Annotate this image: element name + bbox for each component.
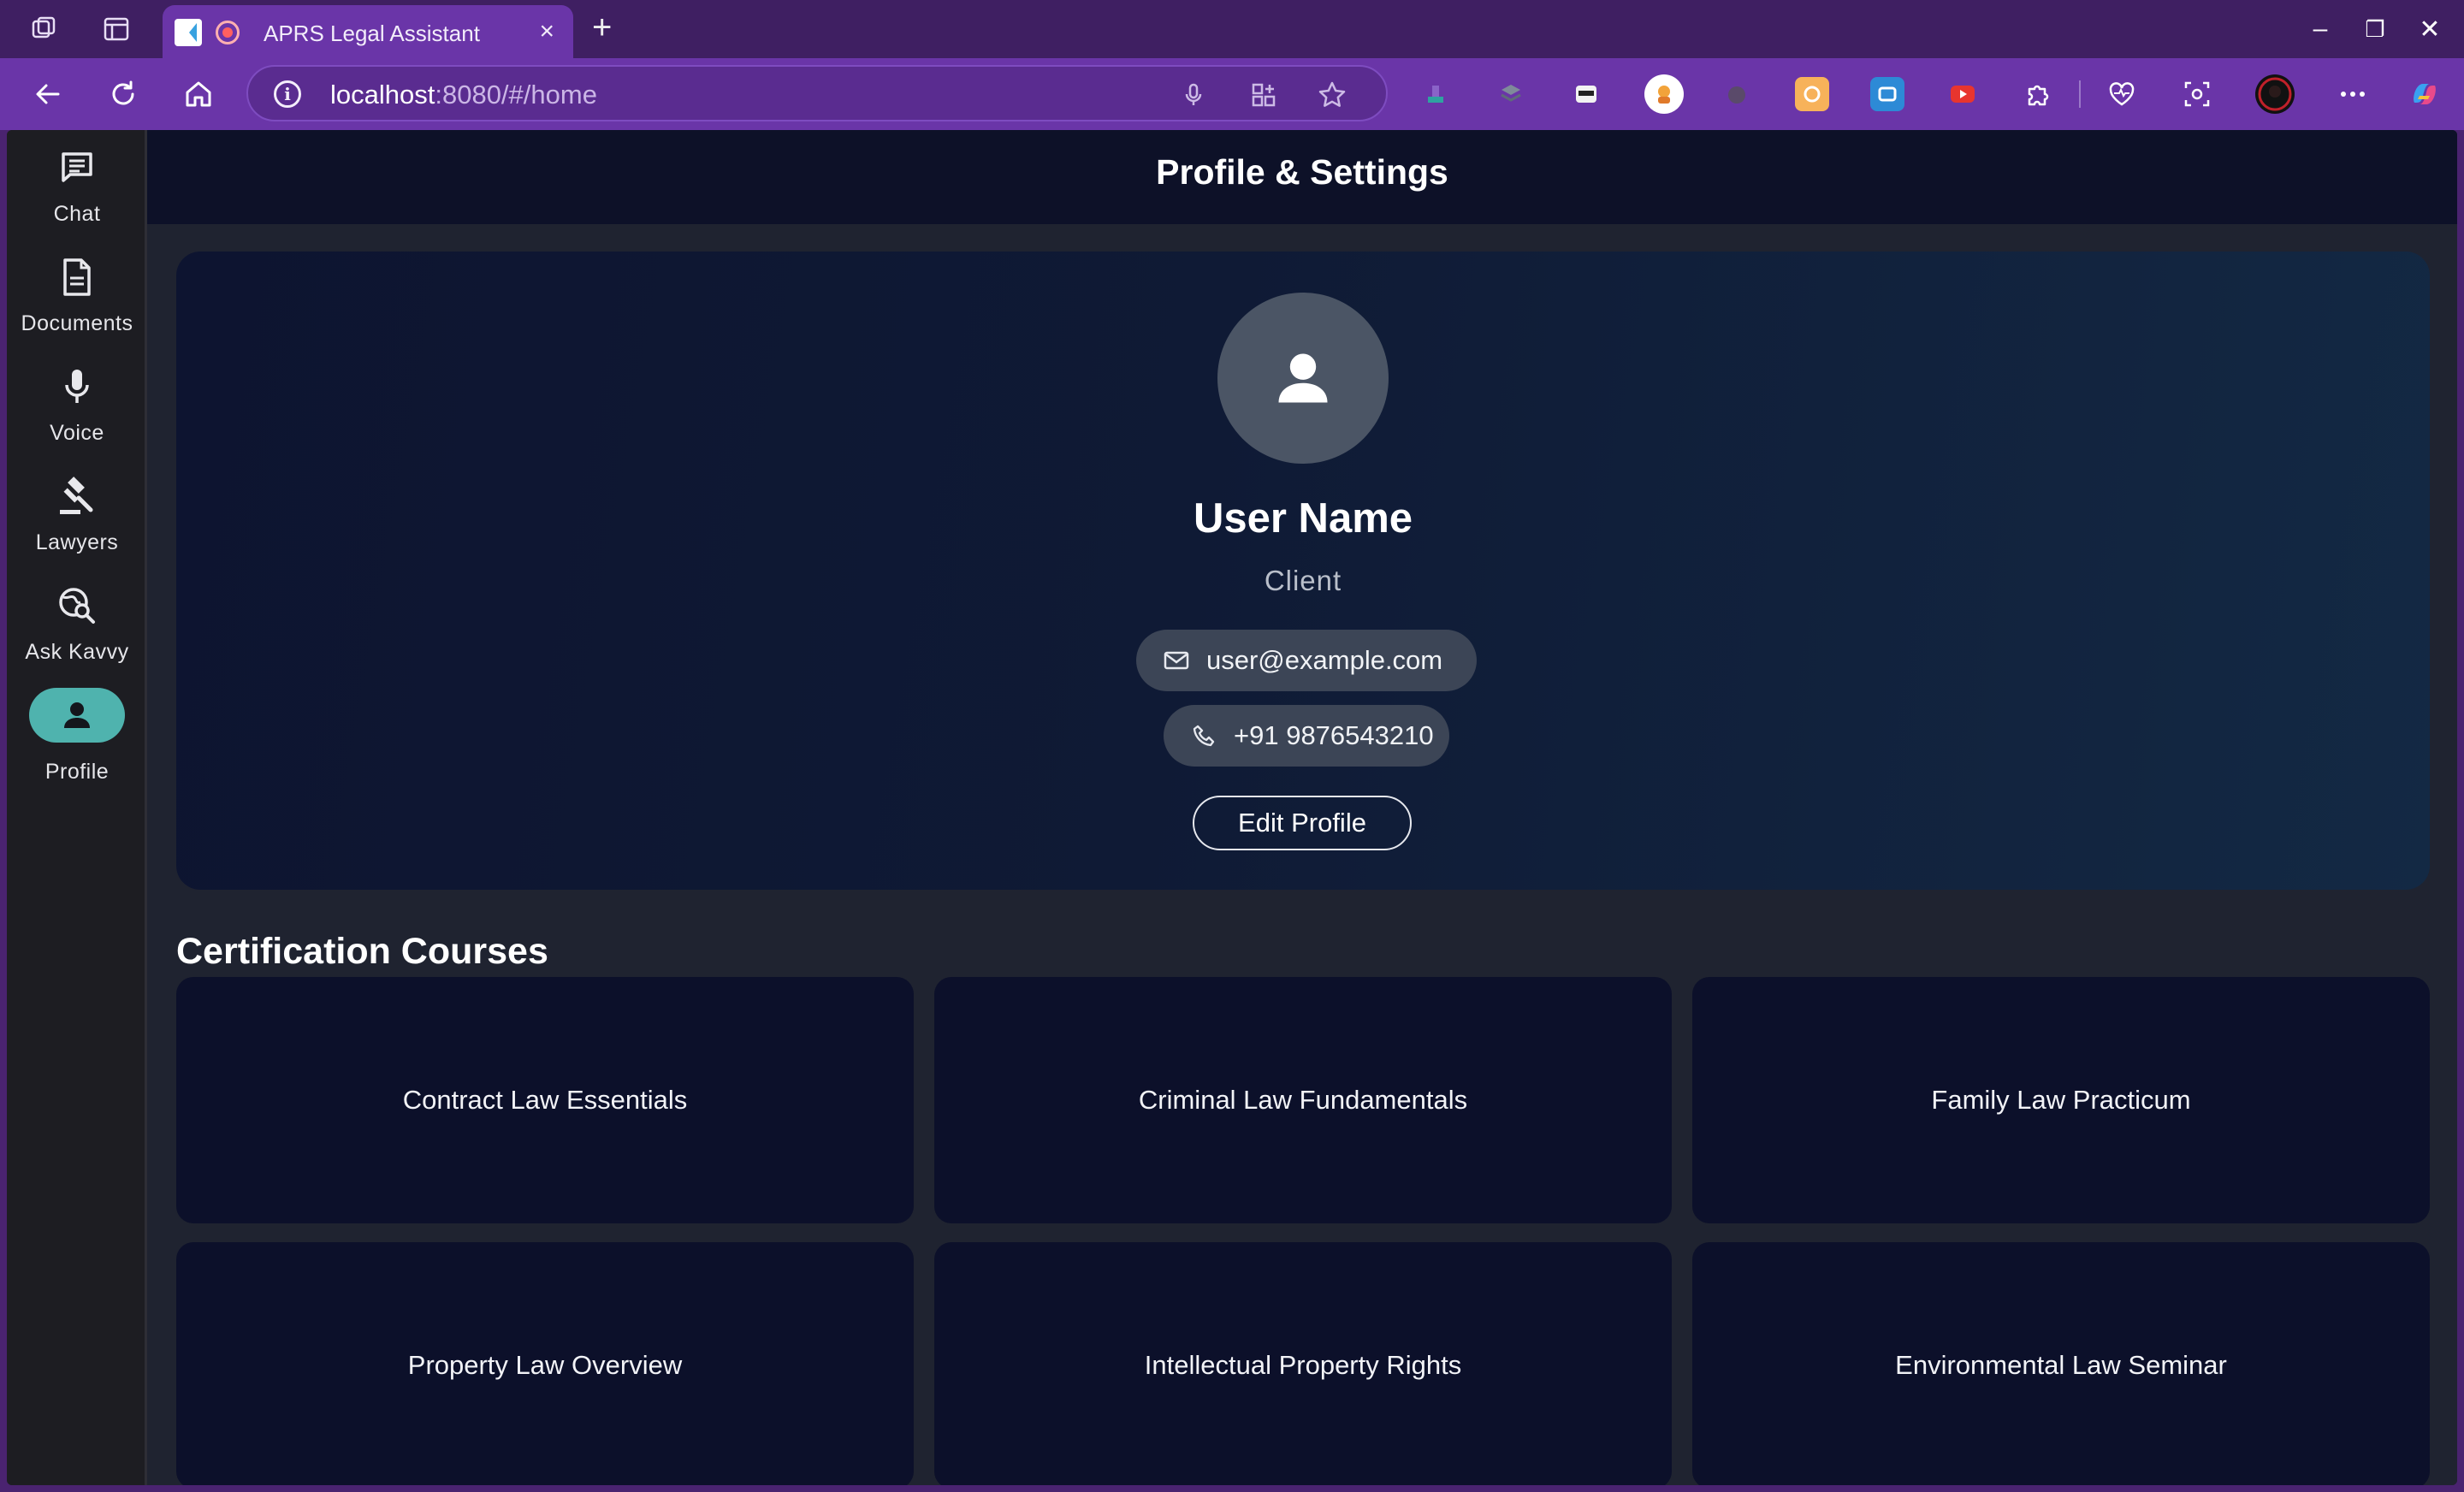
more-options-icon[interactable] <box>2336 77 2370 111</box>
nav-label-lawyers: Lawyers <box>35 530 119 554</box>
screenshot-icon[interactable] <box>2180 77 2214 111</box>
browser-titlebar: APRS Legal Assistant × + – ❐ ✕ <box>0 0 2464 58</box>
nav-item-lawyers[interactable]: Lawyers <box>7 459 147 560</box>
recording-indicator-icon <box>216 21 240 44</box>
phone-text: +91 9876543210 <box>1234 720 1434 750</box>
extension-avatar-icon[interactable] <box>1644 74 1684 114</box>
user-role: Client <box>1264 565 1342 596</box>
phone-icon <box>1189 721 1218 750</box>
toolbar-divider <box>2079 80 2081 108</box>
flutter-favicon-icon <box>175 19 202 46</box>
url-path: :8080/#/home <box>435 80 597 110</box>
extension-youtube-icon[interactable] <box>1946 77 1980 111</box>
nav-label-ask-kavvy: Ask Kavvy <box>25 640 129 664</box>
tab-title: APRS Legal Assistant <box>264 21 480 46</box>
chat-icon <box>56 147 98 188</box>
workspaces-icon[interactable] <box>27 12 62 46</box>
navigation-rail: Chat Documents Voice Lawyers Ask Kavvy P… <box>7 130 147 1485</box>
extension-layers-icon[interactable] <box>1494 77 1528 111</box>
user-profile-avatar[interactable] <box>2255 74 2295 114</box>
minimize-button[interactable]: – <box>2303 12 2337 46</box>
course-card[interactable]: Intellectual Property Rights <box>934 1242 1672 1485</box>
microphone-icon <box>56 366 98 407</box>
back-arrow-icon[interactable] <box>29 75 67 113</box>
nav-label-voice: Voice <box>50 421 104 445</box>
extension-mask-icon[interactable] <box>1569 77 1603 111</box>
url-text[interactable]: localhost:8080/#/home <box>330 80 597 110</box>
search-globe-icon <box>56 585 98 626</box>
nav-label-documents: Documents <box>21 311 133 335</box>
gavel-icon <box>56 476 98 517</box>
extension-stamp-icon[interactable] <box>1419 77 1453 111</box>
course-card[interactable]: Property Law Overview <box>176 1242 914 1485</box>
tab-close-icon[interactable]: × <box>539 19 554 44</box>
nav-item-chat[interactable]: Chat <box>7 130 147 231</box>
main-content: Profile & Settings User Name Client user… <box>147 130 2457 1485</box>
reload-icon[interactable] <box>104 75 142 113</box>
profile-card: User Name Client user@example.com +91 98… <box>176 252 2430 890</box>
edit-profile-button[interactable]: Edit Profile <box>1193 796 1412 850</box>
document-icon <box>56 257 98 298</box>
nav-label-profile: Profile <box>44 760 110 784</box>
browser-tab-active[interactable]: APRS Legal Assistant × <box>163 5 573 58</box>
nav-item-profile[interactable]: Profile <box>7 688 147 789</box>
extensions-puzzle-icon[interactable] <box>2021 77 2055 111</box>
url-host: localhost <box>330 80 435 110</box>
extension-orange-icon[interactable] <box>1795 77 1829 111</box>
person-icon <box>1278 353 1328 403</box>
nav-item-documents[interactable]: Documents <box>7 240 147 340</box>
new-tab-button[interactable]: + <box>592 10 612 44</box>
nav-label-chat: Chat <box>53 202 101 226</box>
extension-dark-blob-icon[interactable] <box>1720 77 1754 111</box>
close-window-button[interactable]: ✕ <box>2413 12 2447 46</box>
site-info-icon[interactable]: i <box>274 80 301 108</box>
email-text: user@example.com <box>1206 645 1443 675</box>
course-card[interactable]: Environmental Law Seminar <box>1692 1242 2430 1485</box>
extension-screen-icon[interactable] <box>1870 77 1904 111</box>
user-name: User Name <box>1193 495 1413 542</box>
app-window: Chat Documents Voice Lawyers Ask Kavvy P… <box>7 130 2457 1485</box>
restore-button[interactable]: ❐ <box>2358 12 2392 46</box>
page-title: Profile & Settings <box>1156 152 1448 192</box>
person-icon <box>56 695 98 736</box>
mail-icon <box>1162 646 1191 675</box>
course-card[interactable]: Criminal Law Fundamentals <box>934 977 1672 1223</box>
section-title-courses: Certification Courses <box>176 931 548 972</box>
course-card[interactable]: Contract Law Essentials <box>176 977 914 1223</box>
browser-toolbar: i localhost:8080/#/home <box>0 58 2464 130</box>
favorite-star-icon[interactable] <box>1318 80 1347 110</box>
nav-item-voice[interactable]: Voice <box>7 349 147 450</box>
avatar[interactable] <box>1217 293 1389 464</box>
app-available-icon[interactable] <box>1249 80 1278 110</box>
email-chip[interactable]: user@example.com <box>1136 630 1477 691</box>
copilot-icon[interactable] <box>2408 77 2442 111</box>
health-heart-icon[interactable] <box>2105 77 2139 111</box>
app-bar: Profile & Settings <box>147 130 2457 224</box>
tab-actions-icon[interactable] <box>99 12 133 46</box>
microphone-icon[interactable] <box>1179 80 1208 110</box>
course-card[interactable]: Family Law Practicum <box>1692 977 2430 1223</box>
phone-chip[interactable]: +91 9876543210 <box>1164 705 1449 767</box>
nav-item-ask-kavvy[interactable]: Ask Kavvy <box>7 568 147 669</box>
address-bar[interactable]: i localhost:8080/#/home <box>246 65 1388 121</box>
home-icon[interactable] <box>180 75 217 113</box>
